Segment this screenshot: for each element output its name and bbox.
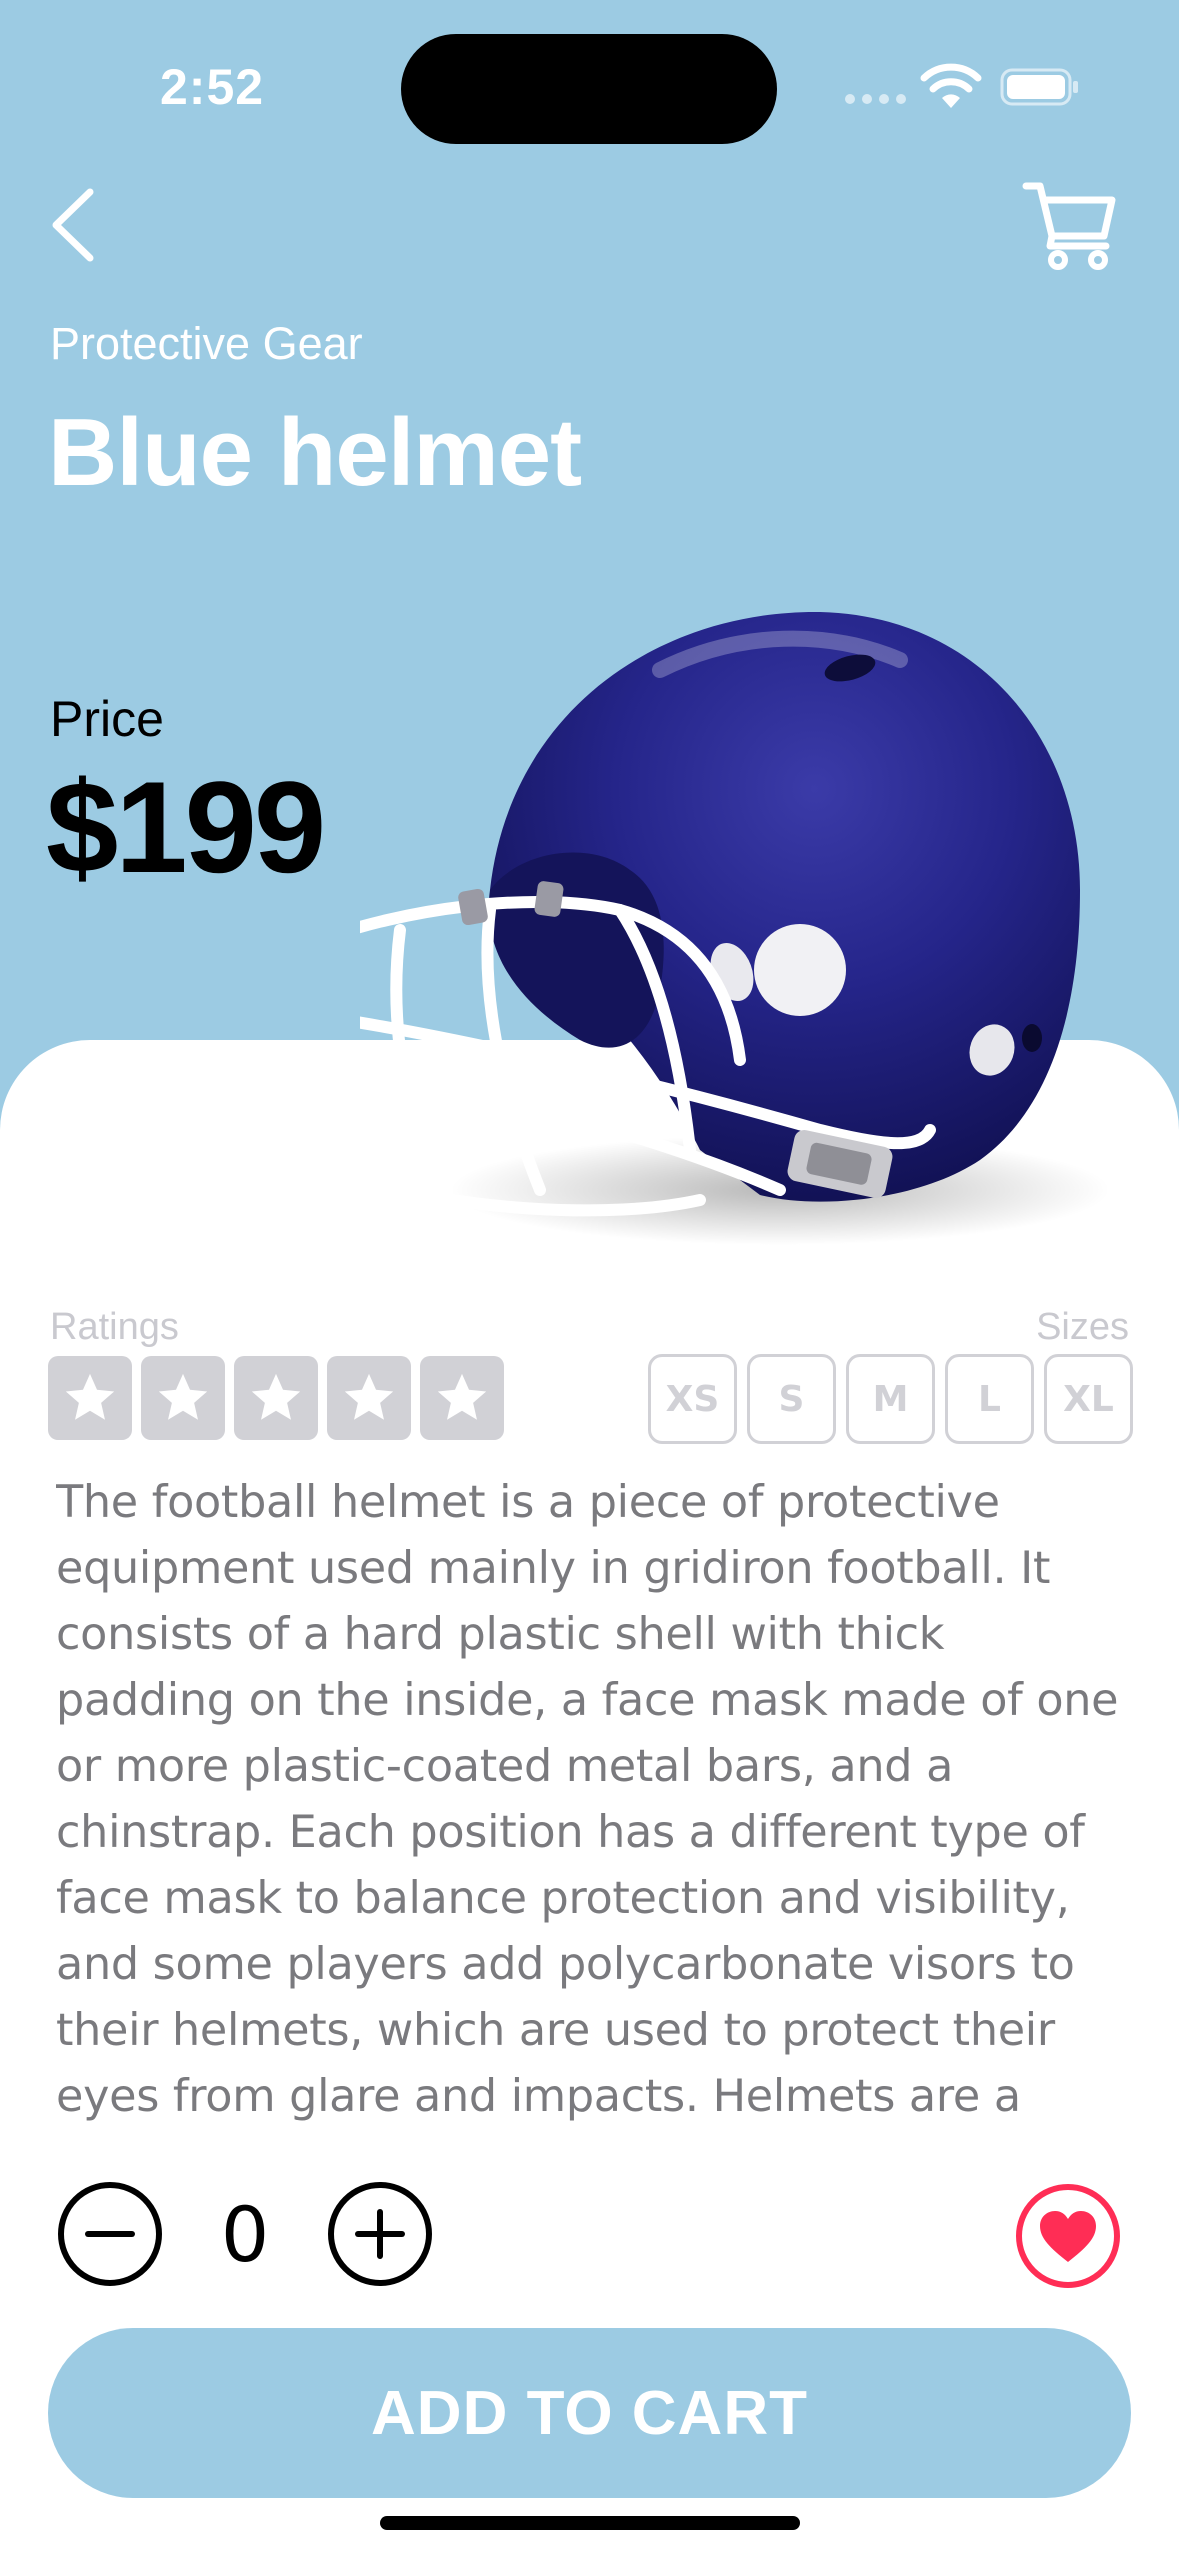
cart-icon[interactable] <box>1020 176 1120 272</box>
ratings-label: Ratings <box>50 1306 179 1348</box>
chevron-left-icon[interactable] <box>44 180 104 270</box>
size-s-button[interactable]: S <box>747 1354 836 1444</box>
star-5-button[interactable] <box>420 1356 504 1440</box>
star-2-button[interactable] <box>141 1356 225 1440</box>
minus-circle-icon[interactable] <box>56 2180 164 2288</box>
star-3-button[interactable] <box>234 1356 318 1440</box>
size-xs-button[interactable]: XS <box>648 1354 737 1444</box>
cellular-signal-icon <box>845 94 906 104</box>
star-icon <box>158 1373 208 1420</box>
star-4-button[interactable] <box>327 1356 411 1440</box>
product-category: Protective Gear <box>50 318 363 369</box>
size-xl-button[interactable]: XL <box>1044 1354 1133 1444</box>
heart-icon[interactable] <box>1014 2182 1122 2290</box>
quantity-value: 0 <box>220 2190 270 2279</box>
product-description[interactable]: The football helmet is a piece of protec… <box>56 1470 1136 2130</box>
star-icon <box>65 1373 115 1420</box>
star-rating <box>48 1356 504 1440</box>
star-1-button[interactable] <box>48 1356 132 1440</box>
size-m-button[interactable]: M <box>846 1354 935 1444</box>
price-label: Price <box>50 691 164 747</box>
add-to-cart-button[interactable]: ADD TO CART <box>48 2328 1131 2498</box>
home-indicator <box>380 2516 800 2530</box>
wifi-icon <box>920 63 982 108</box>
size-l-button[interactable]: L <box>945 1354 1034 1444</box>
sizes-label: Sizes <box>1036 1306 1129 1348</box>
dynamic-island <box>401 34 777 144</box>
size-selector: XS S M L XL <box>648 1354 1133 1444</box>
product-title: Blue helmet <box>48 399 582 506</box>
status-time: 2:52 <box>160 59 265 115</box>
battery-icon <box>1000 68 1078 106</box>
star-icon <box>437 1373 487 1420</box>
plus-circle-icon[interactable] <box>326 2180 434 2288</box>
product-detail-screen: 2:52 Protective Gear Blue helmet Price $… <box>0 0 1179 2556</box>
star-icon <box>251 1373 301 1420</box>
helmet-image <box>360 611 1110 1245</box>
star-icon <box>344 1373 394 1420</box>
price-value: $199 <box>46 754 326 900</box>
